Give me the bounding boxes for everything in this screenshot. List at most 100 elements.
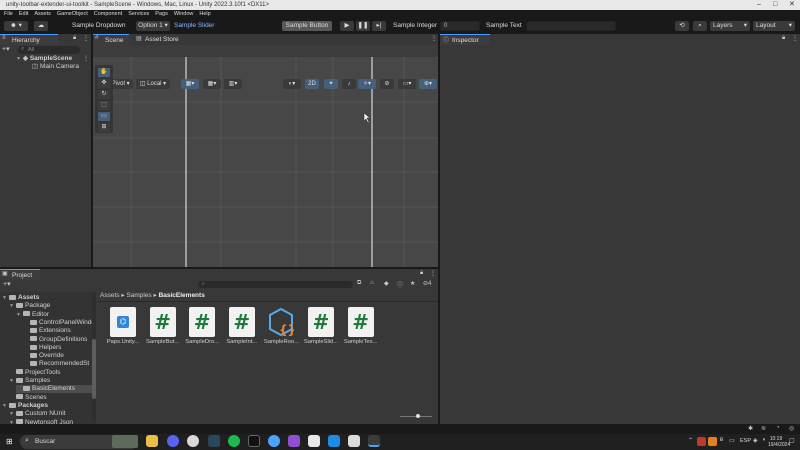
menu-services[interactable]: Services [128,10,149,19]
audio-icon[interactable]: ♪ [342,79,356,89]
bluetooth-icon[interactable]: ʙ [720,437,723,443]
more-icon[interactable]: ⋮ [431,35,437,42]
effects-button[interactable]: ✧▾ [358,79,376,89]
menu-pags[interactable]: Pags [155,10,168,19]
display-icon[interactable]: ▭ [729,437,735,444]
scene-menu-icon[interactable]: ⋮ [83,55,89,62]
folder-tree-item[interactable]: Extensions [23,327,71,335]
tray-app-icon[interactable] [697,437,706,446]
rect-tool-icon[interactable]: ▭ [98,112,110,121]
folder-tree-item[interactable]: ▼ Custom NUnit [9,410,65,418]
expand-arrow-icon[interactable]: ▼ [9,302,16,310]
tab-hierarchy[interactable]: Hierarchy [0,34,58,45]
menu-file[interactable]: File [4,10,13,19]
info-icon[interactable]: ⓘ [397,280,403,289]
expand-arrow-icon[interactable]: ▼ [16,55,23,63]
mode-2d-button[interactable]: 2D [305,79,319,89]
layout-dropdown[interactable]: Layout ▾ [753,21,795,31]
scale-tool-icon[interactable]: ⬚ [98,101,110,110]
unity-editor-running-icon[interactable] [368,435,380,447]
lighting-icon[interactable]: ✦ [324,79,338,89]
folder-tree-item[interactable]: ControlPanelWindow [23,319,96,327]
folder-tree-item[interactable]: ProjectTools [9,369,60,377]
favorite-icon[interactable]: ★ [410,280,415,287]
menu-window[interactable]: Window [174,10,194,19]
asset-item[interactable]: ⌬ Paps.Unity... [104,307,142,345]
more-icon[interactable]: ⋮ [792,35,798,42]
asset-item[interactable]: # SampleSlid... [302,307,340,345]
unity-icon[interactable] [348,435,360,447]
hand-tool-icon[interactable]: ✋ [98,68,110,77]
folder-tree-item[interactable]: ▼ Packages [2,402,48,410]
folder-tree-item[interactable]: Helpers [23,344,61,352]
folder-tree-item[interactable]: Scenes [9,394,47,402]
terminal-icon[interactable] [248,435,260,447]
hierarchy-item[interactable]: ◫ Main Camera [32,63,79,71]
network-app-icon[interactable] [268,435,280,447]
gizmos-button[interactable]: ⊕▾ [419,79,437,89]
asset-item[interactable]: {} SampleRoo... [262,307,300,345]
grid-options-button[interactable]: ▦▾ [203,79,221,89]
folder-tree-item[interactable]: BasicElements [16,385,92,394]
folder-tree-item[interactable]: ▼ Samples [9,377,50,385]
lock-icon[interactable]: 🔒︎ [420,270,423,277]
network-icon[interactable]: ◈ [753,437,758,444]
notifications-icon[interactable]: ▢ [789,437,795,444]
folder-tree-item[interactable]: ▼ Assets [2,294,39,302]
tree-scrollbar[interactable] [92,293,96,421]
breadcrumb-basicelements[interactable]: BasicElements [159,292,205,299]
increment-snap-button[interactable]: ▥▾ [224,79,242,89]
settings-icon[interactable]: ◎ [789,425,794,432]
file-explorer-icon[interactable] [146,435,158,447]
asset-item[interactable]: # SampleBut... [144,307,182,345]
hidden-packages-icon[interactable]: ⊘4 [423,280,431,287]
local-dropdown[interactable]: ◫ Local ▾ [136,79,170,89]
hierarchy-search-input[interactable]: All [18,46,80,54]
menu-gameobject[interactable]: GameObject [57,10,88,19]
integer-field[interactable]: 0 [440,21,480,31]
unity-hub-icon[interactable] [308,435,320,447]
zoom-slider-thumb[interactable] [416,414,420,418]
search-by-label-icon[interactable]: ⌂ [370,280,374,286]
text-field[interactable] [526,21,616,31]
scene-row[interactable]: ▼ ◈ SampleScene [16,55,72,63]
breadcrumb-samples[interactable]: Samples [126,292,151,299]
folder-tree-item[interactable]: ▼ Package [9,302,50,310]
grid-snap-button[interactable]: ▦▾ [181,79,199,89]
asset-item[interactable]: # SampleTex... [342,307,380,345]
history-icon[interactable]: ⟲ [675,21,689,31]
spotify-icon[interactable] [228,435,240,447]
more-icon[interactable]: ⋮ [430,270,436,277]
expand-arrow-icon[interactable]: ▼ [16,311,23,319]
menu-assets[interactable]: Assets [34,10,51,19]
tab-scene[interactable]: Scene [93,34,129,45]
breadcrumb-assets[interactable]: Assets [100,292,120,299]
tray-chevron-icon[interactable]: ⌃ [688,437,693,444]
expand-arrow-icon[interactable]: ▼ [2,402,9,410]
lock-icon[interactable]: 🔒︎ [73,35,76,42]
rotate-tool-icon[interactable]: ↻ [98,90,110,99]
asset-item[interactable]: # SampleInt... [223,307,261,345]
progress-icon[interactable]: ◔ [776,425,780,431]
option-dropdown[interactable]: Option 1 ▾ [136,21,170,31]
expand-arrow-icon[interactable]: ▼ [9,410,16,418]
folder-tree-item[interactable]: GroupDefinitions [23,336,87,344]
project-search-input[interactable]: ⌕ [198,281,353,288]
cache-icon[interactable]: ≋ [761,425,766,432]
play-icon[interactable]: ▶ [340,21,354,31]
weather-widget-icon[interactable] [112,435,138,448]
account-button[interactable]: ☻ ▾ [4,21,28,31]
add-button[interactable]: +▾ [2,46,12,54]
search-icon[interactable]: ⌕ [693,21,707,31]
folder-tree-item[interactable]: ▼ Editor [16,311,49,319]
visual-studio-icon[interactable] [288,435,300,447]
move-tool-icon[interactable]: ✥ [98,79,110,88]
language-indicator[interactable]: ESP [740,438,751,444]
menu-help[interactable]: Help [199,10,210,19]
chrome-icon[interactable] [187,435,199,447]
more-icon[interactable]: ⋮ [83,35,89,42]
clock[interactable]: 10:19 19/4/2024 [758,435,790,449]
step-icon[interactable]: ▸| [372,21,386,31]
vscode-icon[interactable] [328,435,340,447]
minimize-icon[interactable]: – [757,0,761,10]
